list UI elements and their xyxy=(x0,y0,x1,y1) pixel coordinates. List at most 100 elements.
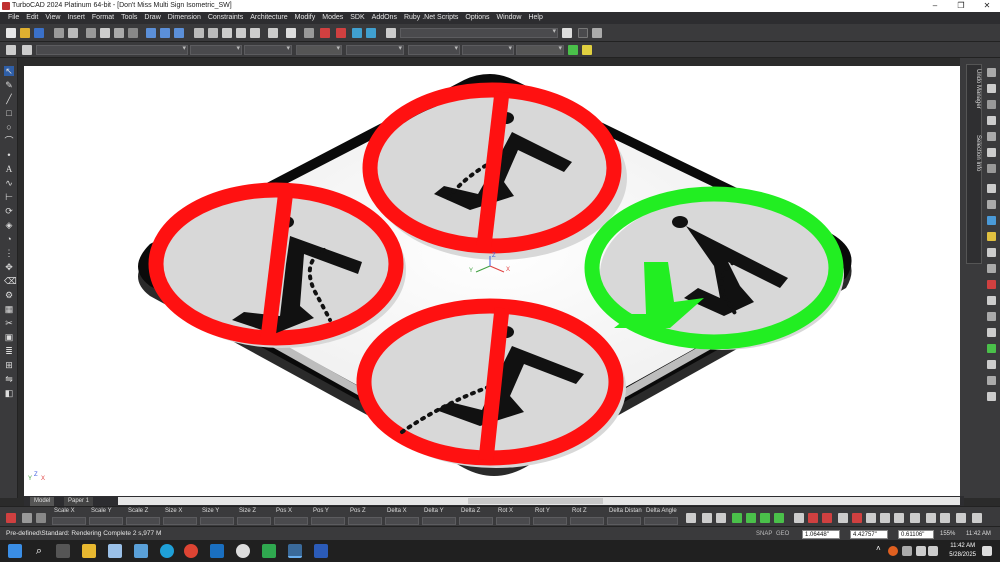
tray-app-icon[interactable] xyxy=(888,546,898,556)
tab-selection-info[interactable]: Selection Info xyxy=(969,135,981,171)
pen-style-combo[interactable] xyxy=(36,44,188,55)
grid-icon[interactable] xyxy=(304,28,314,38)
panel-tool-12-icon[interactable] xyxy=(987,248,996,257)
snap-9-icon[interactable] xyxy=(808,513,818,523)
field-pos-x[interactable]: Pos X xyxy=(274,507,311,527)
menu-insert[interactable]: Insert xyxy=(64,12,89,24)
snap-15-icon[interactable] xyxy=(894,513,904,523)
rotate-tool-icon[interactable]: ⟳ xyxy=(4,206,14,216)
snap-6-icon[interactable] xyxy=(760,513,770,523)
menu-addons[interactable]: AddOns xyxy=(368,12,400,24)
reshape-tool-icon[interactable]: ✎ xyxy=(4,80,14,90)
panel-tool-21-icon[interactable] xyxy=(987,392,996,401)
erase-tool-icon[interactable]: ⌫ xyxy=(4,276,17,286)
check-icon[interactable] xyxy=(568,45,578,55)
horizontal-scroll-thumb[interactable] xyxy=(468,498,603,504)
tray-cloud-icon[interactable] xyxy=(902,546,912,556)
panel-tool-6-icon[interactable] xyxy=(987,148,996,157)
help-pointer-icon[interactable] xyxy=(562,28,572,38)
menu-ruby-net-scripts[interactable]: Ruby .Net Scripts xyxy=(400,12,461,24)
print-preview-icon[interactable] xyxy=(68,28,78,38)
menu-modes[interactable]: Modes xyxy=(319,12,347,24)
snap-10-icon[interactable] xyxy=(822,513,832,523)
snap-8-icon[interactable] xyxy=(794,513,804,523)
redo-icon[interactable] xyxy=(160,28,170,38)
file-explorer-icon[interactable] xyxy=(82,544,96,558)
chrome-browser-icon[interactable] xyxy=(184,544,198,558)
zoom-in-icon[interactable] xyxy=(194,28,204,38)
close-button[interactable]: ✕ xyxy=(974,0,1000,12)
blocks-tool-icon[interactable]: ▣ xyxy=(4,332,14,342)
snap-20-icon[interactable] xyxy=(972,513,982,523)
field-size-z[interactable]: Size Z xyxy=(237,507,274,527)
app-store-icon[interactable] xyxy=(134,544,148,558)
undo-icon[interactable] xyxy=(146,28,156,38)
select-tool-icon[interactable]: ↖ xyxy=(4,66,14,76)
inspector-grid-icon[interactable] xyxy=(36,513,46,523)
snap-7-icon[interactable] xyxy=(774,513,784,523)
line-scale-combo[interactable] xyxy=(296,44,342,55)
field-delta-angle[interactable]: Delta Angle xyxy=(644,507,681,527)
snap-5-icon[interactable] xyxy=(746,513,756,523)
settings-icon[interactable] xyxy=(6,45,16,55)
open-icon[interactable] xyxy=(20,28,30,38)
cube-view-icon[interactable] xyxy=(352,28,362,38)
zoom-out-icon[interactable] xyxy=(208,28,218,38)
snap-1-icon[interactable] xyxy=(686,513,696,523)
snap-13-icon[interactable] xyxy=(866,513,876,523)
menu-tools[interactable]: Tools xyxy=(118,12,141,24)
move-tool-icon[interactable]: ✥ xyxy=(4,262,14,272)
panel-tool-16-icon[interactable] xyxy=(987,312,996,321)
panel-tool-5-icon[interactable] xyxy=(987,132,996,141)
field-scale-z[interactable]: Scale Z xyxy=(126,507,163,527)
mirror-tool-icon[interactable]: ⇋ xyxy=(4,374,14,384)
zoom-level[interactable]: 155% xyxy=(940,527,955,541)
github-icon[interactable] xyxy=(236,544,250,558)
point-tool-icon[interactable]: • xyxy=(4,150,14,160)
snap-11-icon[interactable] xyxy=(838,513,848,523)
menu-file[interactable]: File xyxy=(0,12,23,24)
text-tool-icon[interactable]: A xyxy=(4,164,14,174)
field-delta-x[interactable]: Delta X xyxy=(385,507,422,527)
notifications-icon[interactable] xyxy=(982,546,992,556)
panel-tool-9-icon[interactable] xyxy=(987,200,996,209)
snap-18-icon[interactable] xyxy=(940,513,950,523)
app-green-icon[interactable] xyxy=(262,544,276,558)
toggle-panel-icon[interactable] xyxy=(578,28,588,38)
field-pos-z[interactable]: Pos Z xyxy=(348,507,385,527)
snap-19-icon[interactable] xyxy=(956,513,966,523)
new-icon[interactable] xyxy=(6,28,16,38)
tab-model[interactable]: Model xyxy=(30,497,55,506)
outlook-icon[interactable] xyxy=(210,544,224,558)
arc-tool-icon[interactable]: ⌒ xyxy=(4,136,14,146)
panel-tool-10-icon[interactable] xyxy=(987,216,996,225)
save-icon[interactable] xyxy=(34,28,44,38)
horizontal-scrollbar[interactable] xyxy=(118,497,960,505)
menu-draw[interactable]: Draw xyxy=(141,12,164,24)
zoom-extents-icon[interactable] xyxy=(236,28,246,38)
panel-tool-2-icon[interactable] xyxy=(987,84,996,93)
field-delta-z[interactable]: Delta Z xyxy=(459,507,496,527)
panel-tool-18-icon[interactable] xyxy=(987,344,996,353)
field-size-x[interactable]: Size X xyxy=(163,507,200,527)
inspector-options-icon[interactable] xyxy=(22,513,32,523)
field-size-y[interactable]: Size Y xyxy=(200,507,237,527)
curve-tool-icon[interactable]: ∿ xyxy=(4,178,14,188)
zoom-all-icon[interactable] xyxy=(268,28,278,38)
zoom-previous-icon[interactable] xyxy=(250,28,260,38)
notepad-icon[interactable] xyxy=(108,544,122,558)
brush-combo[interactable] xyxy=(346,44,404,55)
menu-sdk[interactable]: SDK xyxy=(347,12,368,24)
menu-help[interactable]: Help xyxy=(525,12,546,24)
snap-2-icon[interactable] xyxy=(702,513,712,523)
materials-tool-icon[interactable]: ◧ xyxy=(4,388,14,398)
minimize-button[interactable]: – xyxy=(922,0,948,12)
pattern-combo[interactable] xyxy=(408,44,460,55)
field-delta-distance[interactable]: Delta Distan xyxy=(607,507,644,527)
menu-constraints[interactable]: Constraints xyxy=(204,12,246,24)
color-combo[interactable] xyxy=(190,44,242,55)
panel-tool-3-icon[interactable] xyxy=(987,100,996,109)
panel-tool-20-icon[interactable] xyxy=(987,376,996,385)
snap-17-icon[interactable] xyxy=(926,513,936,523)
fillet-tool-icon[interactable]: ◔ xyxy=(4,234,14,244)
